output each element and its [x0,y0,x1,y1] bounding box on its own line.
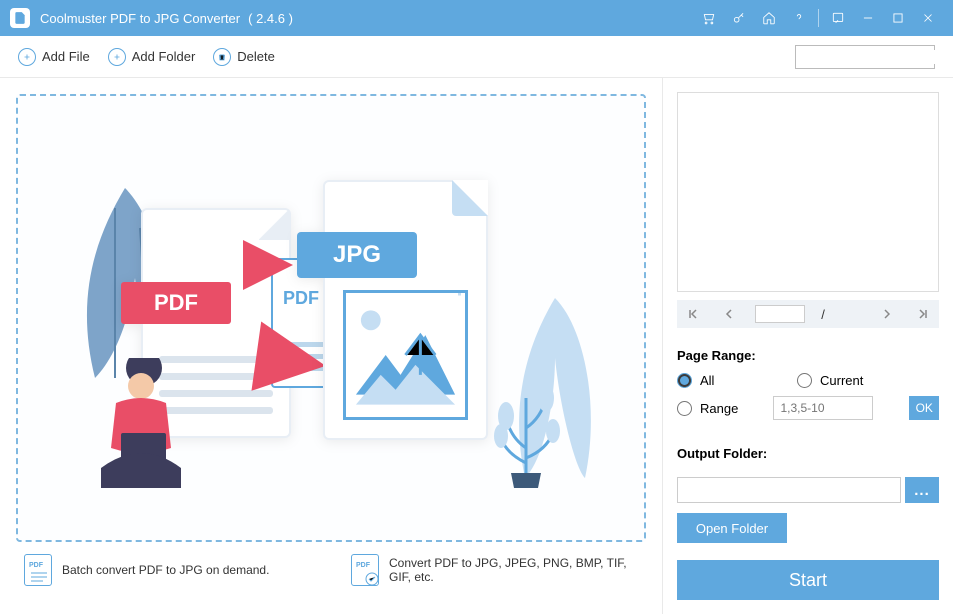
page-slash: / [821,307,825,322]
feature-item: PDF Convert PDF to JPG, JPEG, PNG, BMP, … [351,554,638,586]
delete-icon [213,48,231,66]
minimize-button[interactable] [853,0,883,36]
svg-text:PDF: PDF [356,562,371,569]
browse-button[interactable]: ... [905,477,939,503]
feature-bar: PDF Batch convert PDF to JPG on demand. … [16,542,646,598]
prev-page-button[interactable] [719,308,739,320]
add-folder-button[interactable]: Add Folder [108,48,196,66]
app-logo [10,8,30,28]
page-range-label: Page Range: [677,348,939,363]
open-folder-button[interactable]: Open Folder [677,513,787,543]
feedback-icon[interactable] [823,0,853,36]
pdf-formats-icon: PDF [351,554,379,586]
page-number-input[interactable] [755,305,805,323]
toolbar: Add File Add Folder Delete [0,36,953,78]
radio-current-input[interactable] [797,373,812,388]
separator [818,9,819,27]
radio-current[interactable]: Current [797,373,887,388]
output-folder-label: Output Folder: [677,446,939,461]
home-icon[interactable] [754,0,784,36]
arrow-icon [251,321,330,400]
feature-text: Convert PDF to JPG, JPEG, PNG, BMP, TIF,… [389,556,638,584]
delete-button[interactable]: Delete [213,48,275,66]
add-folder-icon [108,48,126,66]
add-file-label: Add File [42,49,90,64]
output-folder-input[interactable] [677,477,901,503]
preview-pane [677,92,939,292]
add-file-icon [18,48,36,66]
radio-range[interactable]: Range [677,401,743,416]
search-input[interactable] [800,50,953,64]
right-panel: / Page Range: All Current Range [663,78,953,614]
start-button[interactable]: Start [677,560,939,600]
feature-item: PDF Batch convert PDF to JPG on demand. [24,554,311,586]
title-bar: Coolmuster PDF to JPG Converter ( 2.4.6 … [0,0,953,36]
illustration: PDF PDF JPG [61,148,601,488]
radio-range-input[interactable] [677,401,692,416]
help-icon[interactable] [784,0,814,36]
feature-text: Batch convert PDF to JPG on demand. [62,563,269,577]
pdf-badge: PDF [121,282,231,324]
delete-label: Delete [237,49,275,64]
pager: / [677,300,939,328]
maximize-button[interactable] [883,0,913,36]
add-file-button[interactable]: Add File [18,48,90,66]
pdf-batch-icon: PDF [24,554,52,586]
radio-all-input[interactable] [677,373,692,388]
left-panel: PDF PDF JPG [0,78,663,614]
first-page-button[interactable] [683,308,703,320]
cart-icon[interactable] [694,0,724,36]
drop-zone[interactable]: PDF PDF JPG [16,94,646,542]
jpg-document-icon: JPG [323,180,488,440]
arrow-icon [243,240,293,290]
app-title: Coolmuster PDF to JPG Converter [40,11,240,26]
jpg-badge: JPG [297,232,417,278]
key-icon[interactable] [724,0,754,36]
search-box[interactable] [795,45,935,69]
last-page-button[interactable] [913,308,933,320]
close-button[interactable] [913,0,943,36]
plant-icon [481,368,571,488]
app-version: ( 2.4.6 ) [248,11,293,26]
range-input[interactable] [773,396,873,420]
add-folder-label: Add Folder [132,49,196,64]
person-icon [86,358,196,488]
ok-button[interactable]: OK [909,396,939,420]
svg-text:PDF: PDF [29,562,44,569]
next-page-button[interactable] [877,308,897,320]
radio-all[interactable]: All [677,373,767,388]
